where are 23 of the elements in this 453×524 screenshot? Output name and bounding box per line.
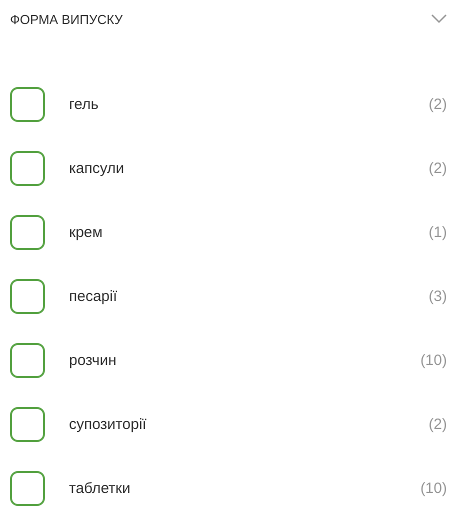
option-label[interactable]: розчин: [69, 352, 420, 368]
checkbox[interactable]: [10, 342, 45, 378]
option-count: (1): [428, 224, 447, 240]
option-count: (2): [428, 160, 447, 176]
option-count: (3): [428, 288, 447, 304]
checkbox[interactable]: [10, 406, 45, 442]
option-count: (2): [428, 96, 447, 112]
checkbox[interactable]: [10, 278, 45, 314]
checkbox[interactable]: [10, 214, 45, 250]
option-label[interactable]: крем: [69, 224, 429, 240]
option-label[interactable]: таблетки: [69, 480, 420, 496]
checkbox[interactable]: [10, 150, 45, 186]
checkbox[interactable]: [10, 470, 45, 506]
option-label[interactable]: гель: [69, 96, 429, 112]
option-label[interactable]: песарії: [69, 288, 429, 304]
option-label[interactable]: супозиторії: [69, 416, 429, 432]
section-title: ФОРМА ВИПУСКУ: [10, 12, 123, 26]
option-label[interactable]: капсули: [69, 160, 429, 176]
option-count: (10): [420, 480, 447, 496]
option-count: (2): [428, 416, 447, 432]
checkbox[interactable]: [10, 86, 45, 122]
chevron-icon[interactable]: [431, 14, 447, 24]
option-count: (10): [420, 352, 447, 368]
